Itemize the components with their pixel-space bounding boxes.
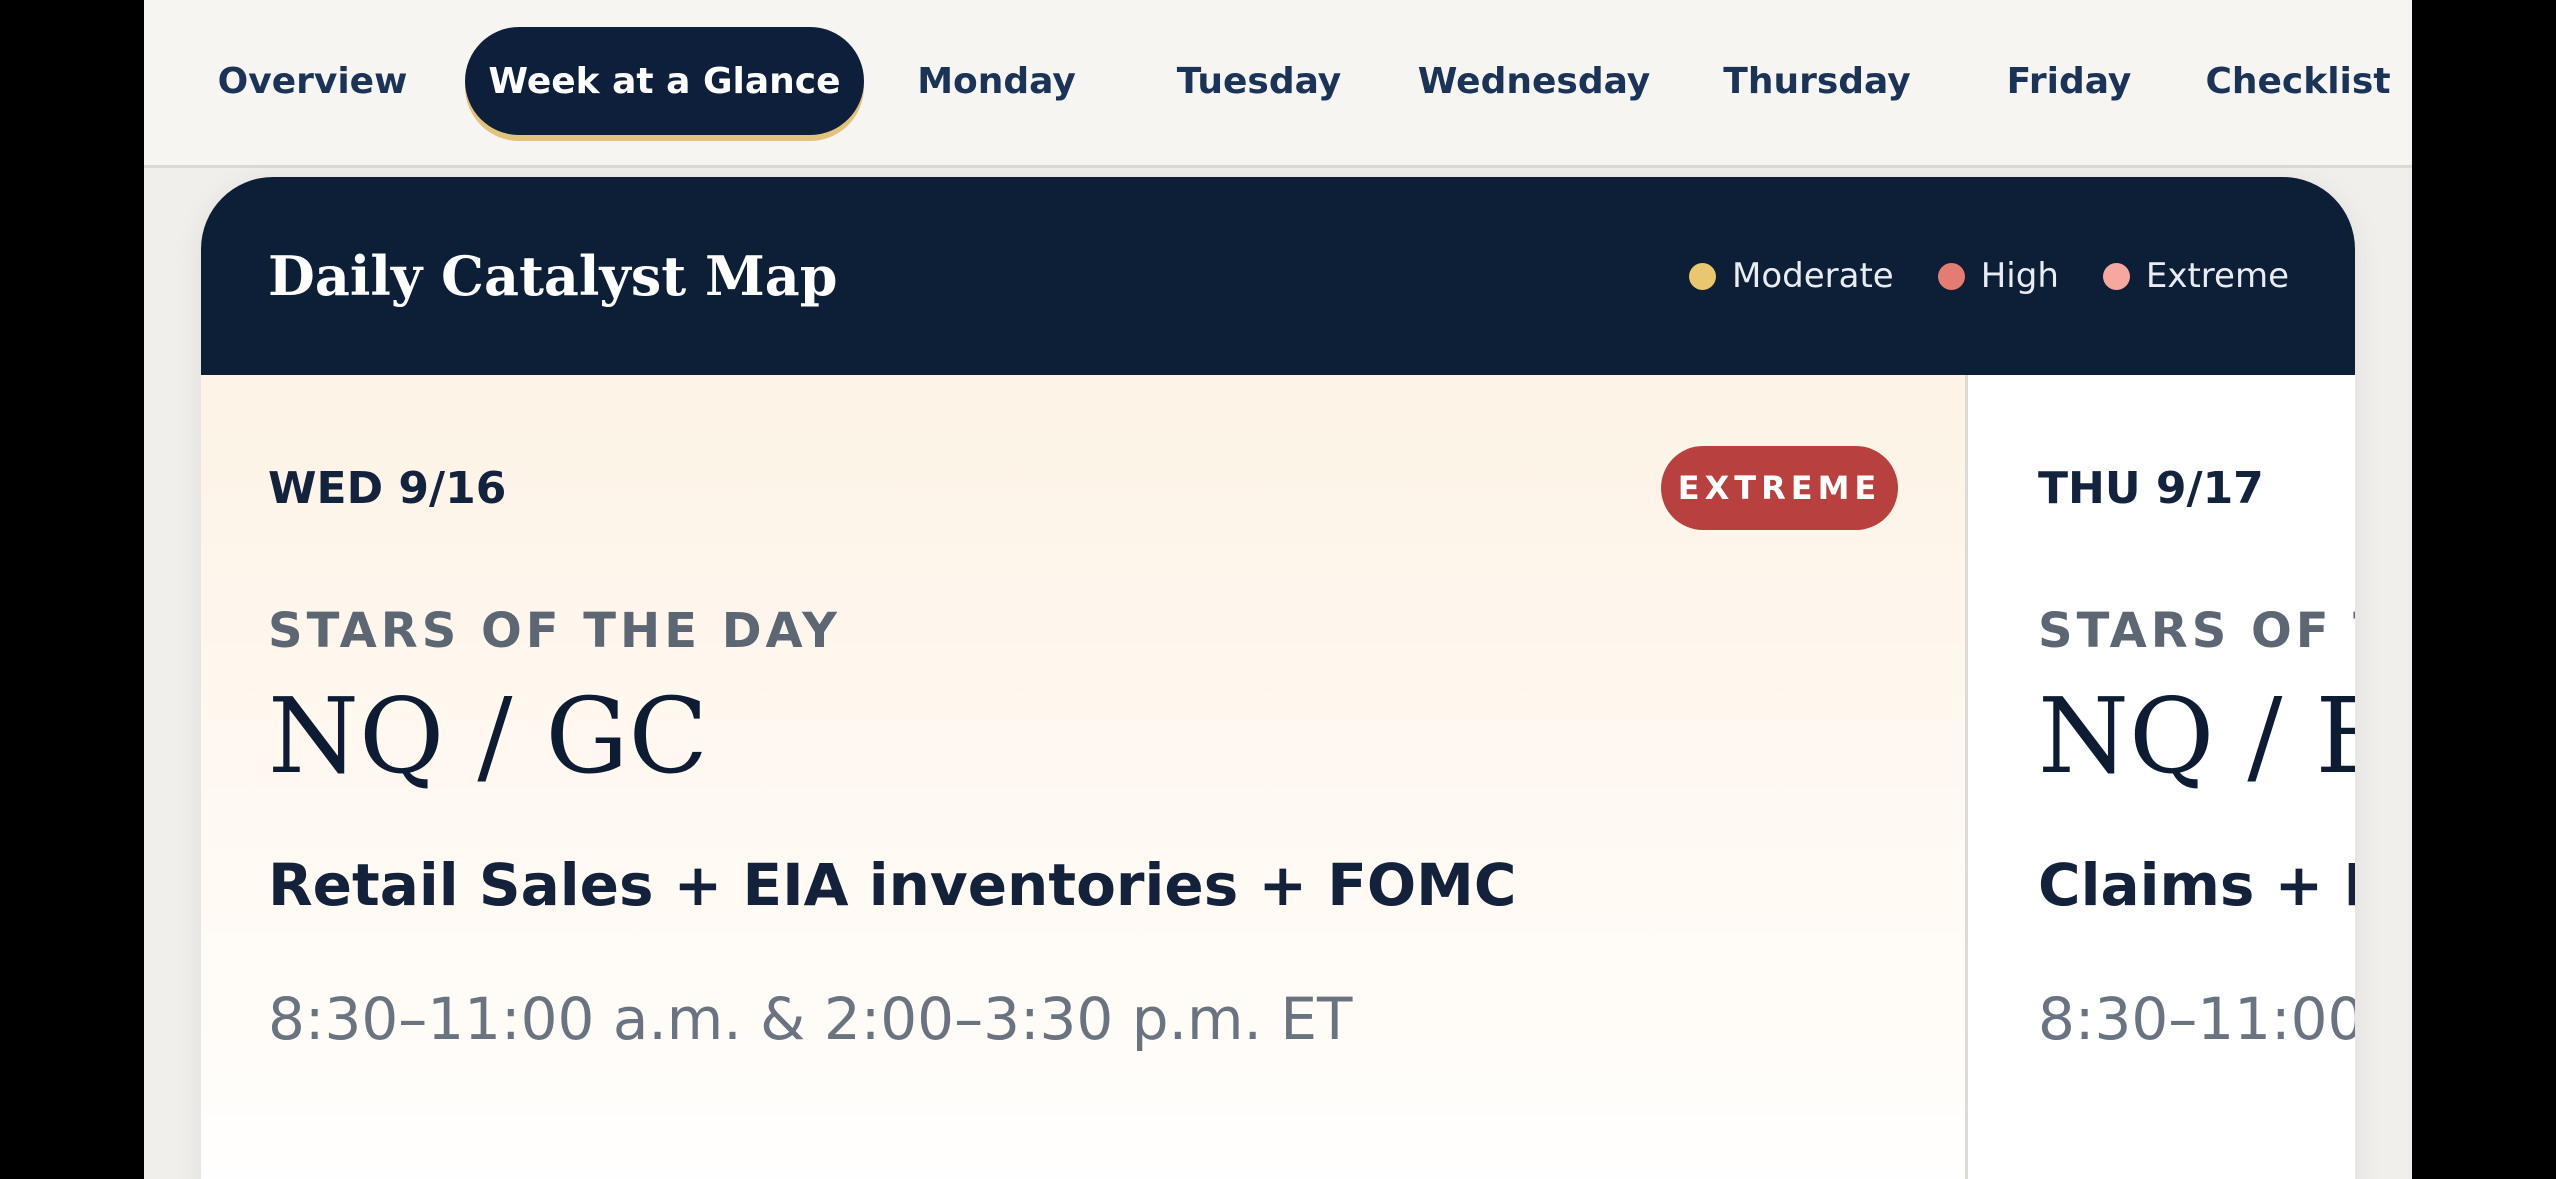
day-date: THU 9/17 — [2038, 463, 2264, 514]
day-card-thu[interactable]: THU 9/17 STARS OF T NQ / E Claims + Pl 8… — [1971, 375, 2355, 1179]
legend-item-extreme: Extreme — [2102, 256, 2289, 296]
legend-item-moderate: Moderate — [1689, 256, 1894, 296]
time-window: 8:30–11:00 a.m. & 2:00–3:30 p.m. ET — [268, 985, 1353, 1053]
tab-checklist[interactable]: Checklist — [2184, 27, 2412, 135]
severity-badge: EXTREME — [1661, 446, 1898, 530]
stars-of-the-day-label: STARS OF T — [2038, 603, 2355, 659]
tab-week-at-a-glance[interactable]: Week at a Glance — [465, 27, 864, 135]
tab-friday[interactable]: Friday — [1964, 27, 2174, 135]
day-date: WED 9/16 — [268, 463, 507, 514]
extreme-dot-icon — [2102, 262, 2130, 290]
app-page: Overview Week at a Glance Monday Tuesday… — [144, 0, 2412, 1179]
legend-label: Extreme — [2145, 256, 2289, 296]
catalyst-events: Claims + Pl — [2038, 851, 2355, 919]
high-dot-icon — [1937, 262, 1965, 290]
featured-instruments: NQ / GC — [268, 675, 709, 797]
tab-overview[interactable]: Overview — [144, 27, 481, 135]
section-nav: Overview Week at a Glance Monday Tuesday… — [144, 0, 2412, 168]
stars-of-the-day-label: STARS OF THE DAY — [268, 603, 841, 659]
moderate-dot-icon — [1689, 262, 1717, 290]
tab-thursday[interactable]: Thursday — [1684, 27, 1950, 135]
card-title: Daily Catalyst Map — [268, 244, 838, 308]
catalyst-events: Retail Sales + EIA inventories + FOMC — [268, 851, 1517, 919]
legend-label: Moderate — [1732, 256, 1894, 296]
tab-tuesday[interactable]: Tuesday — [1134, 27, 1384, 135]
severity-legend: Moderate High Extreme — [1689, 177, 2289, 375]
card-header: Daily Catalyst Map Moderate High Extreme — [201, 177, 2355, 375]
legend-item-high: High — [1937, 256, 2059, 296]
time-window: 8:30–11:00 — [2038, 985, 2355, 1053]
daily-catalyst-card: Daily Catalyst Map Moderate High Extreme… — [201, 177, 2355, 1179]
featured-instruments: NQ / E — [2038, 675, 2355, 797]
tab-wednesday[interactable]: Wednesday — [1398, 27, 1670, 135]
day-card-wed[interactable]: WED 9/16 EXTREME STARS OF THE DAY NQ / G… — [201, 375, 1968, 1179]
tab-monday[interactable]: Monday — [884, 27, 1109, 135]
legend-label: High — [1980, 256, 2059, 296]
